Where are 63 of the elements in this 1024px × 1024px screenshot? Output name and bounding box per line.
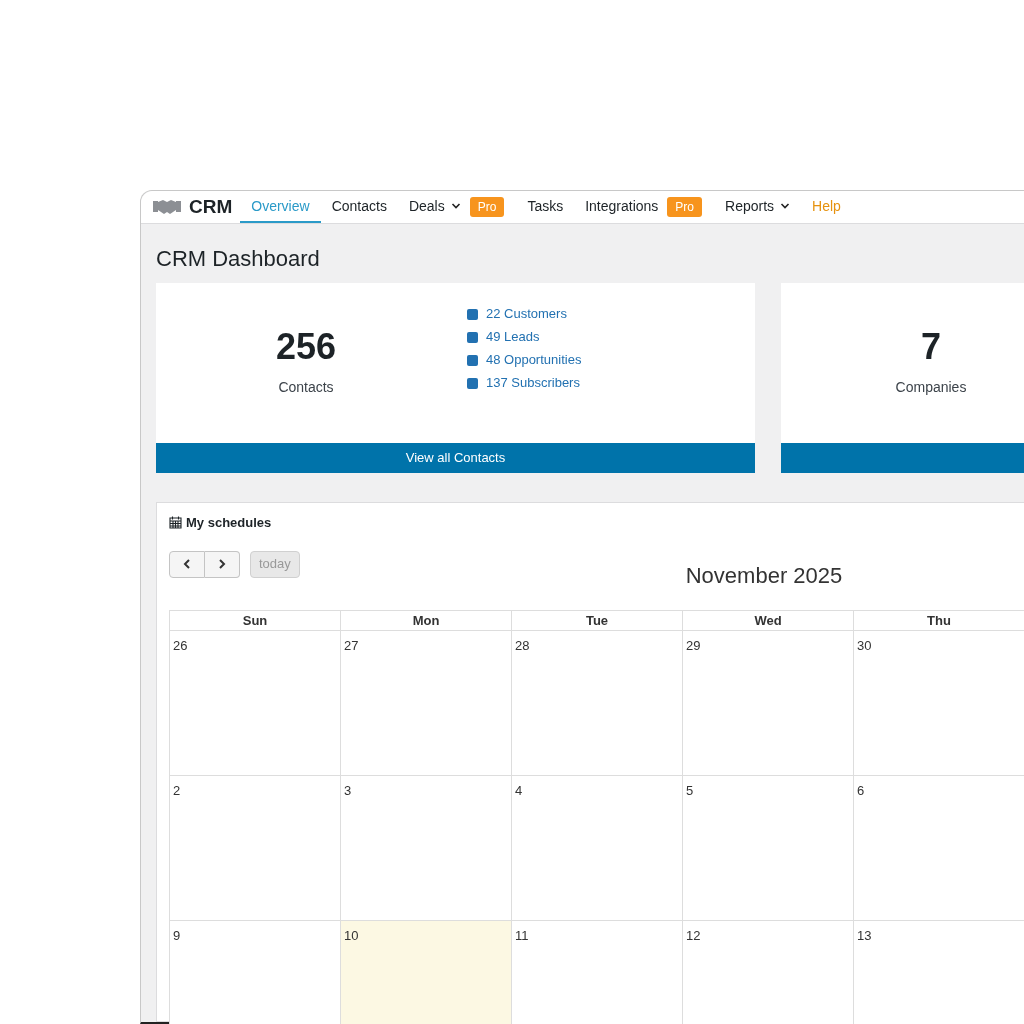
view-all-button[interactable]: View all Contacts xyxy=(156,443,755,473)
brand-name: CRM xyxy=(189,194,233,219)
day-number: 4 xyxy=(515,782,523,798)
weekday-header: Sun xyxy=(170,610,341,631)
nav-tab[interactable]: Reports xyxy=(714,191,802,223)
day-cell[interactable]: 9 xyxy=(170,920,341,1024)
segment-link[interactable]: 48 Opportunities xyxy=(486,351,582,369)
day-number: 3 xyxy=(344,782,352,798)
day-number: 5 xyxy=(686,782,694,798)
day-cell[interactable]: 11 xyxy=(512,920,683,1024)
weekday-header: Thu xyxy=(854,610,1024,631)
day-cell[interactable]: 27 xyxy=(341,630,512,776)
pro-badge: Pro xyxy=(667,197,703,217)
previous-button[interactable] xyxy=(169,550,205,578)
day-cell[interactable]: 28 xyxy=(512,630,683,776)
day-cell[interactable]: 2 xyxy=(170,775,341,921)
day-number: 30 xyxy=(857,637,872,653)
day-number: 9 xyxy=(173,927,181,943)
day-number: 12 xyxy=(686,927,701,943)
day-cell[interactable]: 10 xyxy=(341,920,512,1024)
next-button[interactable] xyxy=(205,550,240,578)
weekday-header: Wed xyxy=(683,610,854,631)
day-number: 10 xyxy=(344,927,359,943)
day-cell[interactable]: 4 xyxy=(512,775,683,921)
day-number: 29 xyxy=(686,637,701,653)
day-cell[interactable]: 3 xyxy=(341,775,512,921)
stat-value: 256 xyxy=(275,325,337,369)
weekday-header: Mon xyxy=(341,610,512,631)
month-title: November 2025 xyxy=(685,561,843,590)
day-cell[interactable]: 12 xyxy=(683,920,854,1024)
day-number: 11 xyxy=(515,927,529,943)
square-icon xyxy=(467,331,478,343)
square-icon xyxy=(467,354,478,366)
nav-tab[interactable]: Deals xyxy=(397,191,472,223)
day-number: 27 xyxy=(344,637,359,653)
square-icon xyxy=(467,377,478,389)
chevron-left-icon xyxy=(183,559,191,569)
day-number: 26 xyxy=(173,637,188,653)
nav-tab[interactable]: Tasks xyxy=(516,191,575,223)
chevron-down-icon xyxy=(780,201,791,211)
day-cell[interactable]: 29 xyxy=(683,630,854,776)
pro-badge: Pro xyxy=(469,197,505,217)
segment-link[interactable]: 49 Leads xyxy=(486,328,540,346)
chevron-down-icon xyxy=(450,201,461,211)
day-number: 28 xyxy=(515,637,530,653)
day-number: 2 xyxy=(173,782,181,798)
nav-tab[interactable]: Integrations xyxy=(574,191,670,223)
segment-link[interactable]: 137 Subscribers xyxy=(486,374,580,392)
calendar-icon xyxy=(169,516,182,530)
nav-tab[interactable]: Contacts xyxy=(320,191,398,223)
day-cell[interactable]: 26 xyxy=(170,630,341,776)
stat-value: 7 xyxy=(921,325,941,369)
day-number: 6 xyxy=(857,782,865,798)
chevron-right-icon xyxy=(218,559,226,569)
weekday-header: Tue xyxy=(512,610,683,631)
day-cell[interactable]: 5 xyxy=(683,775,854,921)
page-title: CRM Dashboard xyxy=(156,245,321,273)
stat-label: Contacts xyxy=(278,378,334,397)
segment-link[interactable]: 22 Customers xyxy=(486,305,567,323)
square-icon xyxy=(467,308,478,320)
day-number: 13 xyxy=(857,927,872,943)
panel-title: My schedules xyxy=(186,514,272,532)
stat-label: Companies xyxy=(895,378,967,397)
